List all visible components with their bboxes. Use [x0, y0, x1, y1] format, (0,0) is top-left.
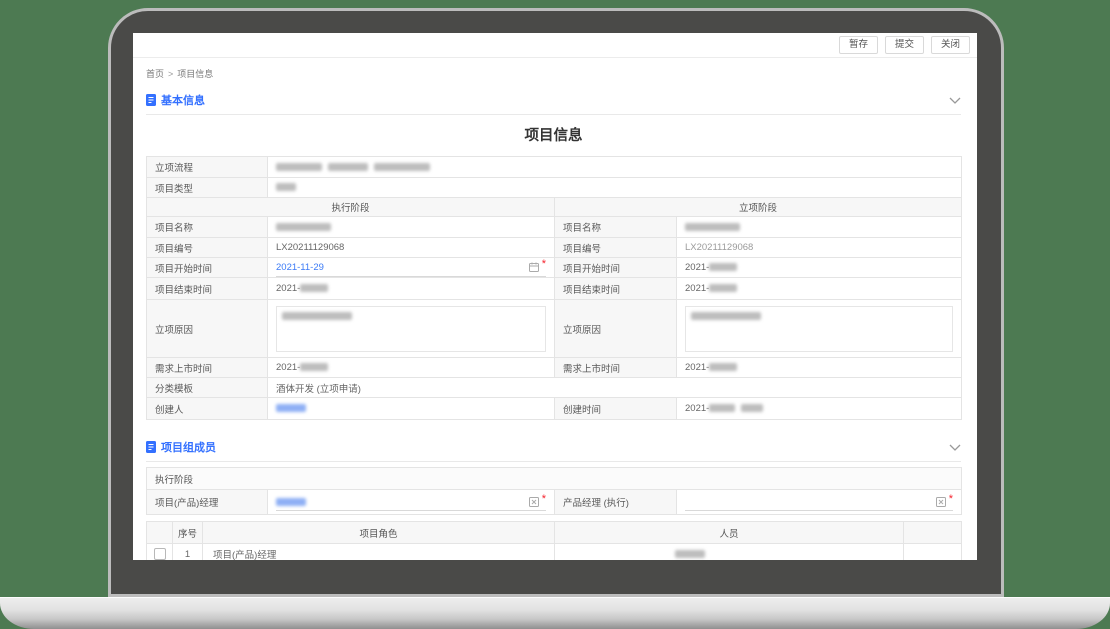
field-value-name-init — [677, 217, 962, 238]
field-value-code-exec: LX20211129068 — [268, 238, 555, 258]
basic-info-table: 立项流程 项目类型 执行阶段 立项阶段 项目名称 项目名称 — [146, 156, 962, 420]
breadcrumb-home[interactable]: 首页 — [146, 69, 164, 79]
chevron-down-icon[interactable] — [949, 97, 961, 104]
field-label-reason-exec: 立项原因 — [147, 300, 268, 358]
reason-textarea-exec[interactable] — [268, 300, 555, 358]
field-label-code-exec: 项目编号 — [147, 238, 268, 258]
field-value-end-init: 2021- — [677, 278, 962, 300]
field-label-end-exec: 项目结束时间 — [147, 278, 268, 300]
reason-textarea-init[interactable] — [677, 300, 962, 358]
field-label-template: 分类模板 — [147, 378, 268, 398]
breadcrumb-separator: > — [168, 69, 173, 79]
app-window: 暂存 提交 关闭 首页 > 项目信息 基本信息 项目信息 — [133, 33, 977, 560]
pm-select-field[interactable]: * — [268, 490, 555, 515]
field-label-type: 项目类型 — [147, 178, 268, 198]
row-index: 1 — [173, 544, 203, 561]
field-value-market-init: 2021- — [677, 358, 962, 378]
laptop-bezel: 暂存 提交 关闭 首页 > 项目信息 基本信息 项目信息 — [108, 8, 1004, 597]
column-header-role: 项目角色 — [203, 522, 555, 544]
calendar-icon[interactable] — [529, 262, 539, 272]
document-icon — [146, 94, 156, 106]
required-marker: * — [542, 261, 546, 267]
field-value-type — [268, 178, 962, 198]
field-label-creator: 创建人 — [147, 398, 268, 420]
close-button[interactable]: 关闭 — [931, 36, 970, 53]
desktop-background: { "toolbar": { "save": "暂存", "submit": "… — [0, 0, 1110, 629]
members-list-table: 序号 项目角色 人员 1 项目(产品)经理 2 产品经理(执行) — [146, 521, 962, 560]
section-header-members: 项目组成员 — [146, 440, 961, 454]
required-marker: * — [949, 496, 953, 502]
field-value-flow — [268, 157, 962, 178]
section-title-members: 项目组成员 — [161, 439, 216, 455]
section-divider — [146, 461, 961, 462]
laptop-base — [0, 597, 1110, 629]
submit-button[interactable]: 提交 — [885, 36, 924, 53]
field-label-reason-init: 立项原因 — [555, 300, 677, 358]
page-title: 项目信息 — [146, 124, 961, 145]
field-value-template: 酒体开发 (立项申请) — [268, 378, 962, 398]
phase-header-init: 立项阶段 — [555, 198, 962, 217]
field-value-created-time: 2021- — [677, 398, 962, 420]
breadcrumb-current: 项目信息 — [177, 69, 213, 79]
chevron-down-icon[interactable] — [949, 444, 961, 451]
field-label-flow: 立项流程 — [147, 157, 268, 178]
phase-header-exec: 执行阶段 — [147, 198, 555, 217]
header-checkbox-cell — [147, 522, 173, 544]
row-extra — [904, 544, 962, 561]
start-date-value[interactable]: 2021-11-29 — [276, 262, 324, 273]
column-header-index: 序号 — [173, 522, 203, 544]
epm-select-field[interactable]: * — [677, 490, 962, 515]
breadcrumb: 首页 > 项目信息 — [146, 67, 961, 80]
section-divider — [146, 114, 961, 115]
field-value-name-exec — [268, 217, 555, 238]
field-label-code-init: 项目编号 — [555, 238, 677, 258]
column-header-person: 人员 — [555, 522, 904, 544]
select-user-icon[interactable] — [936, 497, 946, 507]
field-label-market-exec: 需求上市时间 — [147, 358, 268, 378]
row-checkbox[interactable] — [154, 548, 166, 560]
members-phase-header: 执行阶段 — [147, 468, 962, 490]
field-label-pm: 项目(产品)经理 — [147, 490, 268, 515]
field-value-creator — [268, 398, 555, 420]
start-date-field[interactable]: 2021-11-29 * — [268, 258, 555, 278]
field-label-start-exec: 项目开始时间 — [147, 258, 268, 278]
field-label-start-init: 项目开始时间 — [555, 258, 677, 278]
field-label-end-init: 项目结束时间 — [555, 278, 677, 300]
section-title-basic-info: 基本信息 — [161, 92, 205, 108]
select-user-icon[interactable] — [529, 497, 539, 507]
column-header-extra — [904, 522, 962, 544]
section-header-basic-info: 基本信息 — [146, 93, 961, 107]
row-person-field[interactable] — [555, 544, 904, 561]
row-role: 项目(产品)经理 — [203, 544, 555, 561]
table-row: 1 项目(产品)经理 — [147, 544, 962, 561]
field-label-created-time: 创建时间 — [555, 398, 677, 420]
field-label-name-exec: 项目名称 — [147, 217, 268, 238]
field-value-market-exec: 2021- — [268, 358, 555, 378]
document-icon — [146, 441, 156, 453]
save-draft-button[interactable]: 暂存 — [839, 36, 878, 53]
field-label-market-init: 需求上市时间 — [555, 358, 677, 378]
field-value-start-init: 2021- — [677, 258, 962, 278]
required-marker: * — [542, 496, 546, 502]
field-label-name-init: 项目名称 — [555, 217, 677, 238]
toolbar: 暂存 提交 关闭 — [133, 33, 977, 58]
members-managers-table: 执行阶段 项目(产品)经理 * 产品经理 (执行) — [146, 467, 962, 515]
field-value-end-exec: 2021- — [268, 278, 555, 300]
field-value-code-init: LX20211129068 — [677, 238, 962, 258]
field-label-epm: 产品经理 (执行) — [555, 490, 677, 515]
